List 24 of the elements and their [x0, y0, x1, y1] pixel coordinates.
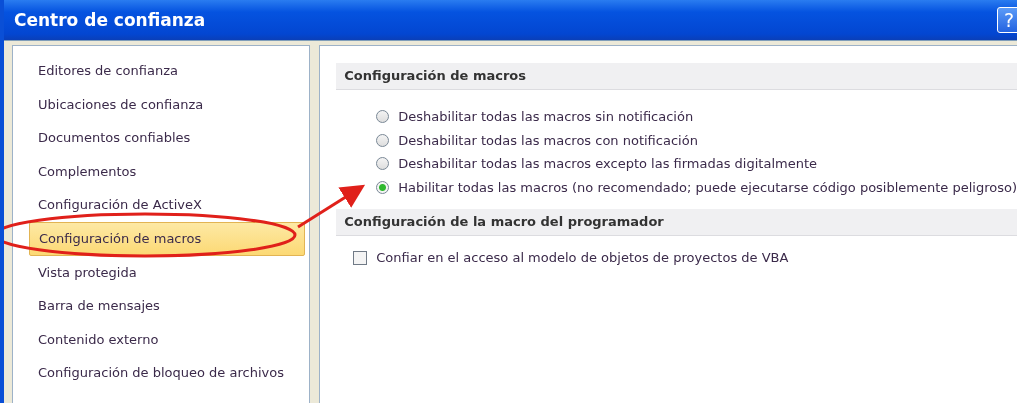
sidebar-item[interactable]: Configuración de bloqueo de archivos [29, 356, 306, 390]
sidebar-item[interactable]: Configuración de macros [29, 221, 306, 256]
radio-label[interactable]: Deshabilitar todas las macros excepto las firmadas digitalmente [398, 156, 817, 172]
radio-label[interactable]: Habilitar todas las macros (no recomendado; puede ejecutarse código posiblemente peligroso) [398, 179, 1017, 195]
checkbox-label[interactable]: Confiar en el acceso al modelo de objetos de proyectos de VBA [376, 250, 789, 266]
sidebar-item[interactable]: Complementos [29, 154, 306, 189]
sidebar-item[interactable]: Barra de mensajes [29, 289, 306, 323]
section-header: Configuración de macros [336, 63, 1017, 90]
window-title: Centro de confianza [14, 10, 206, 30]
sidebar-item[interactable]: Editores de confianza [29, 54, 306, 88]
sidebar-item[interactable]: Contenido externo [29, 322, 306, 357]
sidebar-item[interactable]: Vista protegida [29, 255, 306, 290]
radio-button[interactable] [376, 180, 390, 194]
radio-label[interactable]: Deshabilitar todas las macros sin notificación [398, 109, 694, 125]
sidebar-item[interactable]: Configuración de ActiveX [29, 188, 306, 222]
radio-button[interactable] [376, 157, 390, 171]
sidebar-item[interactable]: Documentos confiables [29, 121, 306, 155]
radio-button[interactable] [376, 133, 390, 147]
sidebar-item[interactable]: Ubicaciones de confianza [29, 87, 306, 122]
radio-label[interactable]: Deshabilitar todas las macros con notificación [398, 132, 698, 148]
radio-button[interactable] [376, 110, 390, 124]
help-button[interactable]: ? [997, 7, 1017, 33]
checkbox[interactable] [353, 250, 368, 265]
section-header: Configuración de la macro del programador [336, 209, 1017, 236]
